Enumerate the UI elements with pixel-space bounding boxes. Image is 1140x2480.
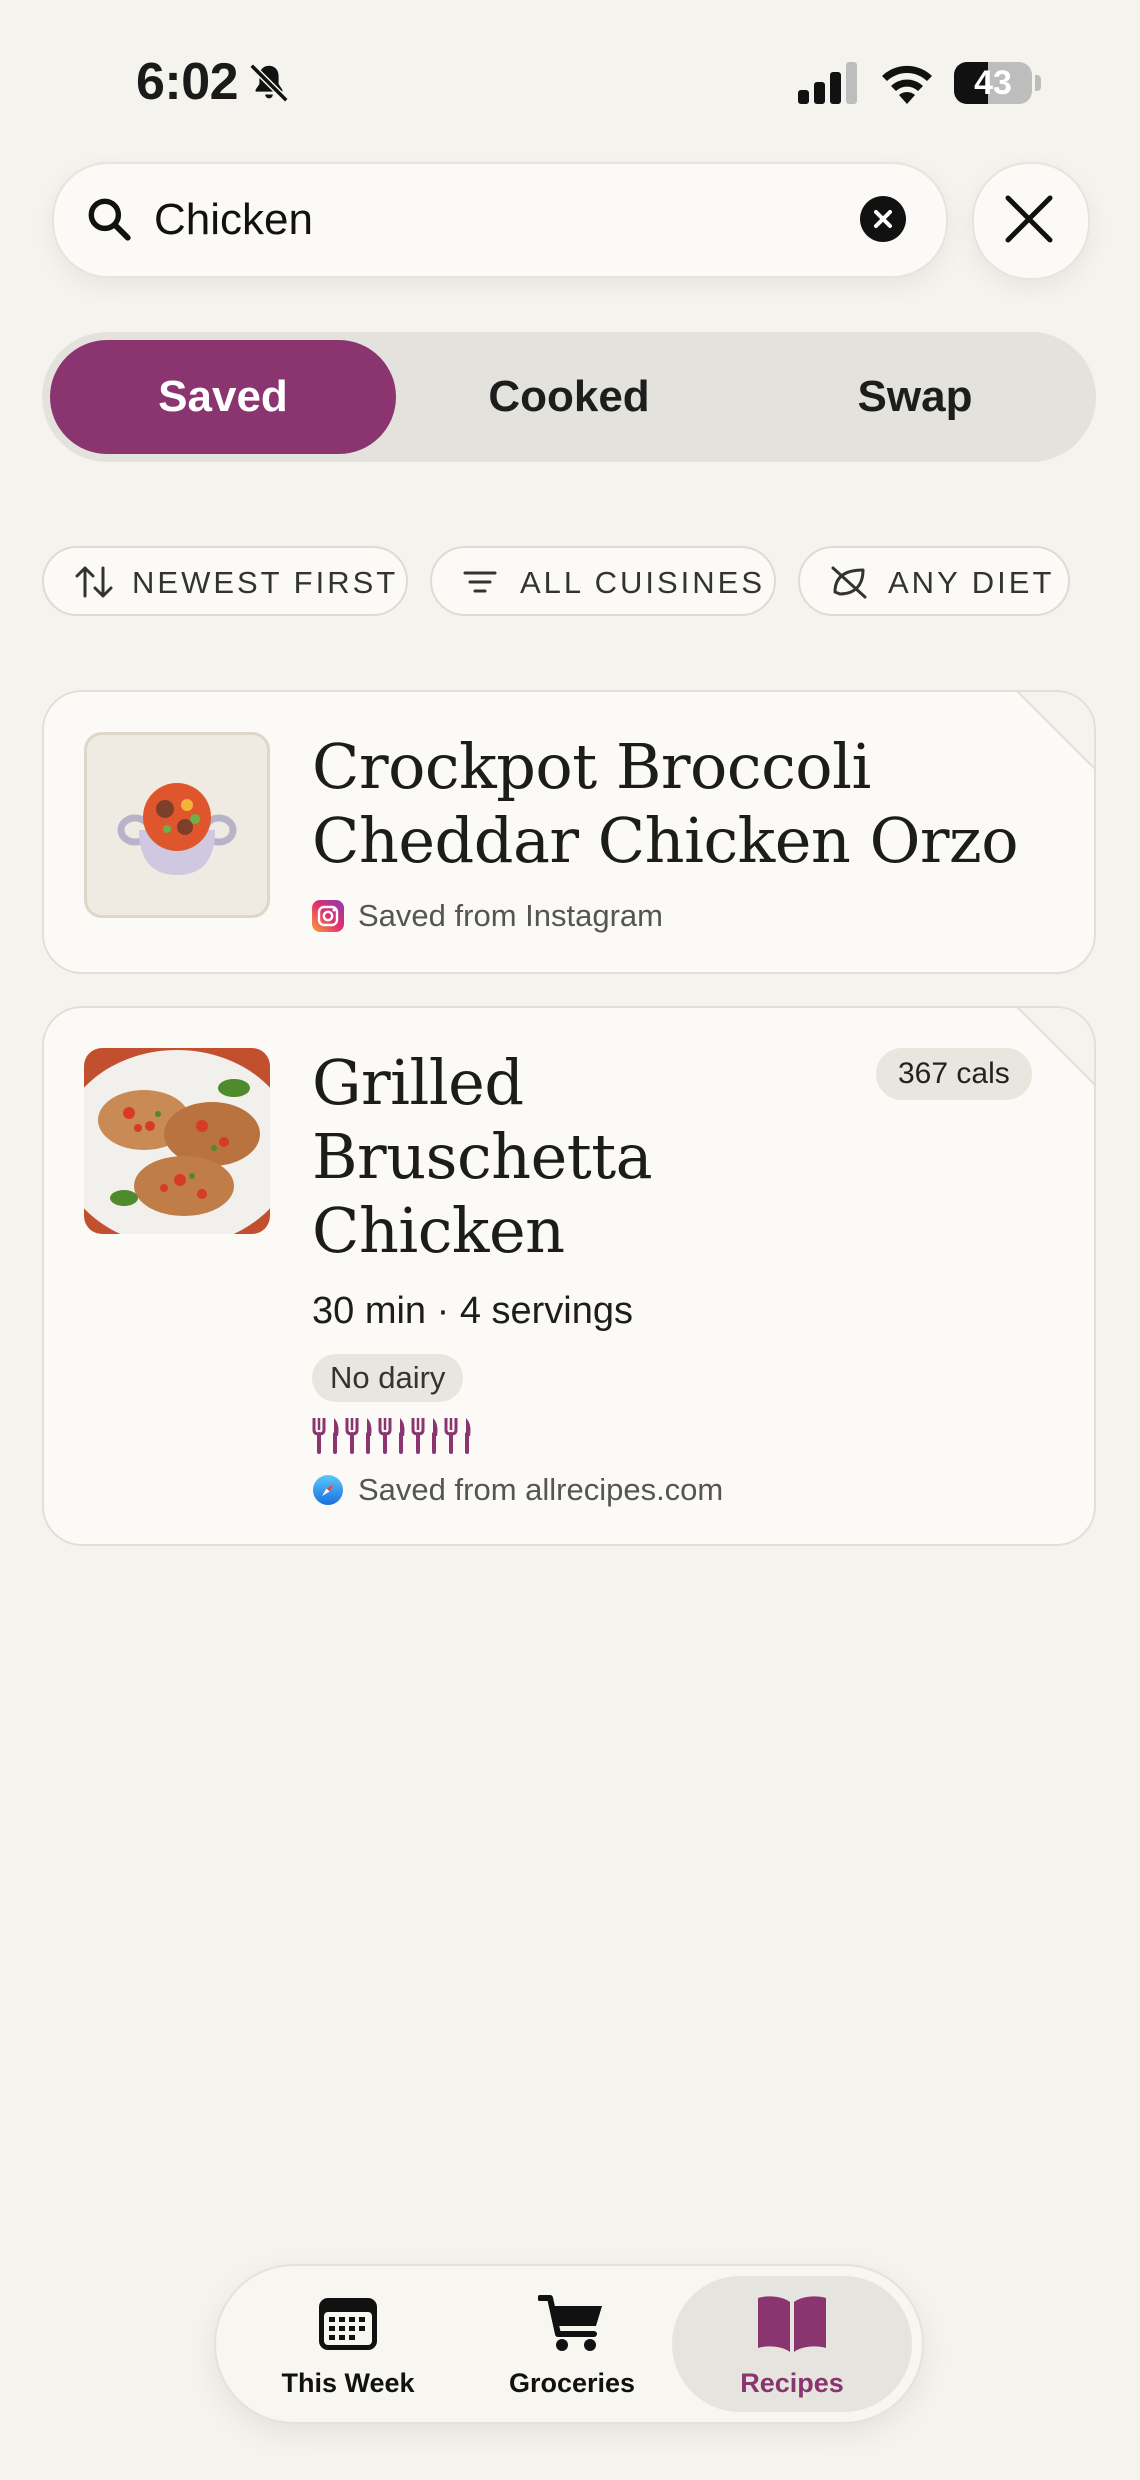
- tab-recipes-label: Recipes: [740, 2368, 844, 2398]
- diet-filter-label: ANY DIET: [888, 565, 1055, 600]
- calories-badge: 367 cals: [876, 1048, 1032, 1100]
- close-search-button[interactable]: [972, 162, 1090, 280]
- cuisine-filter-label: ALL CUISINES: [520, 565, 766, 600]
- recipe-title: Grilled Bruschetta Chicken: [312, 1046, 653, 1267]
- soup-pot-icon: [117, 783, 237, 875]
- difficulty-rating: [312, 1418, 471, 1454]
- diet-tag: No dairy: [312, 1354, 464, 1402]
- utensils-icon: [444, 1418, 471, 1454]
- instagram-icon: [312, 900, 344, 932]
- cuisine-filter-chip[interactable]: ALL CUISINES: [430, 546, 776, 616]
- tab-this-week[interactable]: This Week: [228, 2276, 468, 2412]
- bell-slash-icon: [249, 63, 289, 103]
- book-icon: [758, 2296, 826, 2352]
- tab-groceries-label: Groceries: [508, 2368, 636, 2398]
- utensils-icon: [345, 1418, 372, 1454]
- battery-icon: 43: [954, 62, 1041, 104]
- segmented-control: Saved Cooked Swap: [42, 332, 1096, 462]
- recipe-card[interactable]: Grilled Bruschetta Chicken 367 cals 30 m…: [42, 1006, 1096, 1546]
- recipe-source-text: Saved from Instagram: [358, 898, 663, 933]
- wifi-icon: [882, 65, 932, 104]
- bottom-tab-bar: This Week Groceries Recipes: [214, 2264, 924, 2424]
- status-time: 6:02: [136, 53, 239, 111]
- recipe-source-text: Saved from allrecipes.com: [358, 1472, 724, 1507]
- tab-recipes[interactable]: Recipes: [672, 2276, 912, 2412]
- filter-lines-icon: [463, 571, 497, 593]
- calendar-icon: [319, 2298, 377, 2350]
- utensils-icon: [312, 1418, 339, 1454]
- tab-saved[interactable]: Saved: [50, 340, 396, 454]
- utensils-icon: [411, 1418, 438, 1454]
- sort-filter-chip[interactable]: NEWEST FIRST: [42, 546, 408, 616]
- cellular-signal-icon: [798, 62, 857, 104]
- search-bar[interactable]: [52, 162, 948, 278]
- recipe-title: Crockpot Broccoli Cheddar Chicken Orzo: [312, 730, 1019, 877]
- battery-level: 43: [974, 64, 1012, 102]
- close-icon: [1005, 195, 1053, 243]
- sort-filter-label: NEWEST FIRST: [132, 565, 399, 600]
- safari-compass-icon: [313, 1475, 343, 1505]
- clear-search-button[interactable]: [860, 196, 906, 242]
- diet-filter-chip[interactable]: ANY DIET: [798, 546, 1070, 616]
- recipe-card[interactable]: Crockpot Broccoli Cheddar Chicken Orzo S…: [42, 690, 1096, 974]
- recipe-meta: 30 min · 4 servings: [312, 1290, 634, 1332]
- food-photo: [84, 1048, 270, 1234]
- utensils-icon: [378, 1418, 405, 1454]
- search-input[interactable]: [154, 164, 854, 276]
- recipe-thumbnail: [84, 1048, 270, 1234]
- search-icon: [88, 198, 131, 241]
- leaf-slash-icon: [831, 566, 867, 599]
- tab-swap[interactable]: Swap: [742, 340, 1088, 454]
- sort-arrows-icon: [75, 566, 113, 598]
- tab-this-week-label: This Week: [281, 2368, 415, 2398]
- clear-icon: [874, 210, 892, 228]
- cart-icon: [538, 2295, 602, 2351]
- recipe-thumbnail: [84, 732, 270, 918]
- tab-groceries[interactable]: Groceries: [452, 2276, 692, 2412]
- tab-cooked[interactable]: Cooked: [396, 340, 742, 454]
